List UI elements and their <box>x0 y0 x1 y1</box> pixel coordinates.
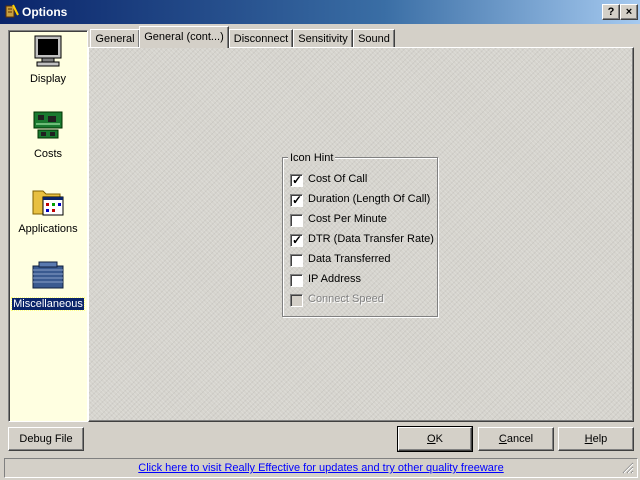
tab-general[interactable]: General <box>90 29 140 49</box>
checkbox[interactable] <box>290 254 303 267</box>
checkbox-label[interactable]: Cost Of Call <box>308 173 367 185</box>
close-title-button[interactable]: × <box>620 4 638 20</box>
tab-disconnect[interactable]: Disconnect <box>229 29 293 49</box>
tab-general-cont[interactable]: General (cont...) <box>139 26 229 48</box>
title-bar[interactable]: Options ? × <box>0 0 640 24</box>
monitor-icon <box>34 35 62 67</box>
app-icon <box>5 4 19 18</box>
tab-sensitivity[interactable]: Sensitivity <box>293 29 353 49</box>
status-bar: Click here to visit Really Effective for… <box>4 458 638 478</box>
checkbox[interactable]: ✓ <box>290 173 303 187</box>
checkbox[interactable] <box>290 274 303 287</box>
freeware-link[interactable]: Click here to visit Really Effective for… <box>138 462 503 474</box>
checkbox <box>290 294 303 307</box>
tab-sound[interactable]: Sound <box>353 29 395 49</box>
category-panel: Display Costs Applications Miscellaneous <box>8 30 88 422</box>
checkbox-label[interactable]: Duration (Length Of Call) <box>308 193 430 205</box>
checkbox[interactable] <box>290 214 303 227</box>
checkbox-label[interactable]: Cost Per Minute <box>308 213 387 225</box>
checkbox-label[interactable]: Data Transferred <box>308 253 391 265</box>
circuit-board-icon <box>33 111 63 139</box>
cancel-button[interactable]: Cancel <box>478 427 554 451</box>
category-label: Costs <box>33 148 63 160</box>
check-icon: ✓ <box>292 193 303 207</box>
help-button[interactable]: Help <box>558 427 634 451</box>
ok-button[interactable]: OK <box>397 426 473 452</box>
category-label: Applications <box>18 223 78 235</box>
checkbox[interactable]: ✓ <box>290 193 303 207</box>
category-label: Display <box>29 73 67 85</box>
category-applications[interactable]: Applications <box>9 183 87 253</box>
check-icon: ✓ <box>292 173 303 187</box>
icon-hint-legend: Icon Hint <box>288 152 336 164</box>
debug-file-button[interactable]: Debug File <box>8 427 84 451</box>
resize-grip-icon[interactable] <box>622 462 634 474</box>
help-title-button[interactable]: ? <box>602 4 620 20</box>
category-costs[interactable]: Costs <box>9 108 87 178</box>
category-display[interactable]: Display <box>9 33 87 103</box>
check-icon: ✓ <box>292 233 303 247</box>
checkbox-label: Connect Speed <box>308 293 384 305</box>
category-label: Miscellaneous <box>11 297 85 311</box>
window-title: Options <box>22 5 68 19</box>
checkbox[interactable]: ✓ <box>290 233 303 247</box>
checkbox-label[interactable]: DTR (Data Transfer Rate) <box>308 233 434 245</box>
miscellaneous-icon <box>32 261 64 289</box>
checkbox-label[interactable]: IP Address <box>308 273 361 285</box>
category-miscellaneous[interactable]: Miscellaneous <box>9 258 87 328</box>
folder-icon <box>32 190 64 216</box>
